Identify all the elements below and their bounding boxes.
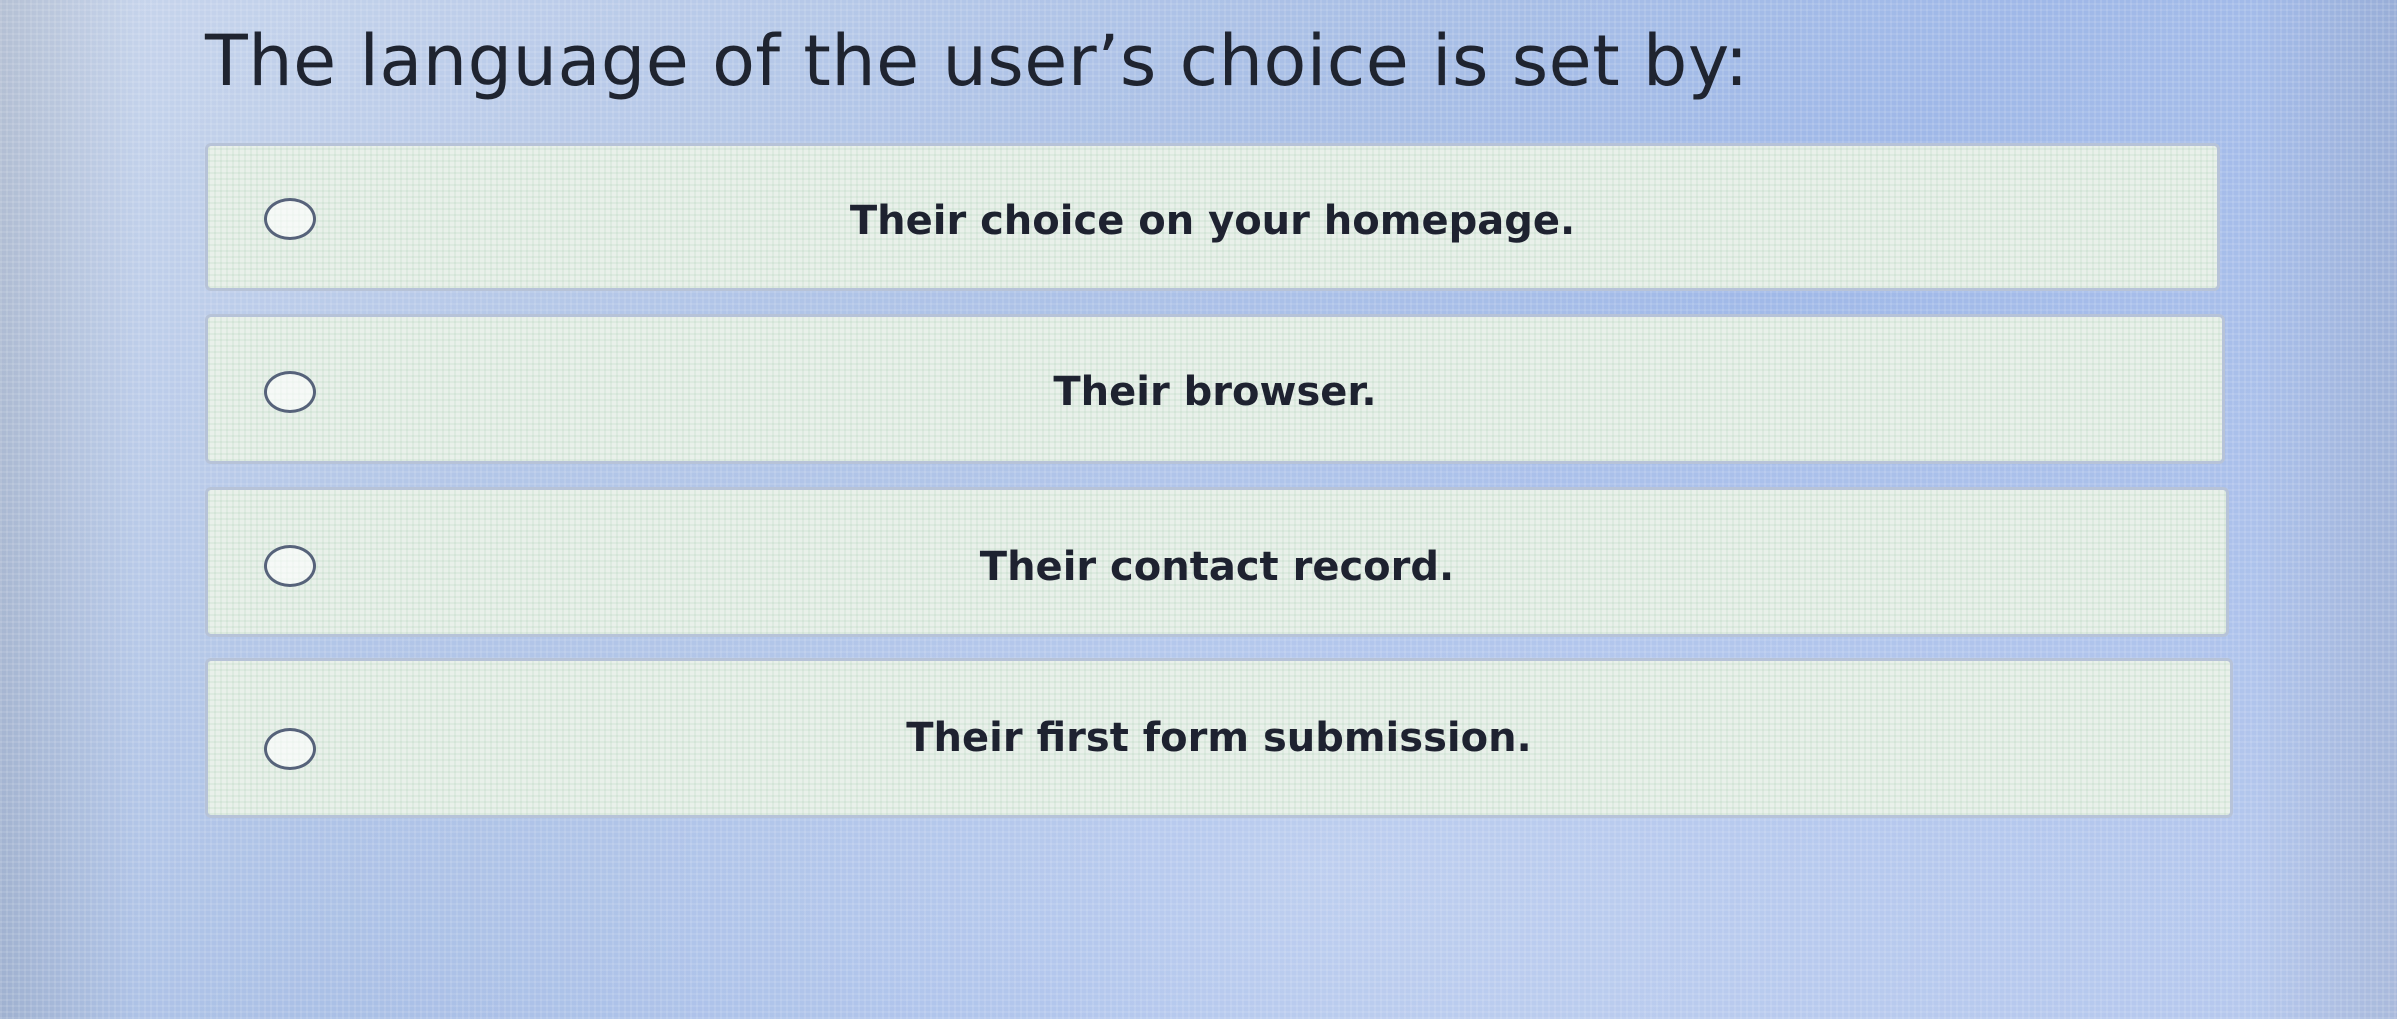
option-label: Their browser. [1053,369,1377,415]
option-first-form-submission[interactable]: Their first form submission. [205,658,2233,818]
option-label: Their choice on your homepage. [849,198,1576,244]
option-label: Their contact record. [979,544,1455,590]
option-contact-record[interactable]: Their contact record. [205,487,2229,637]
option-choice-homepage[interactable]: Their choice on your homepage. [205,143,2220,291]
question-text: The language of the user’s choice is set… [205,20,1749,102]
option-browser[interactable]: Their browser. [205,314,2225,464]
option-label: Their first form submission. [906,715,1532,761]
